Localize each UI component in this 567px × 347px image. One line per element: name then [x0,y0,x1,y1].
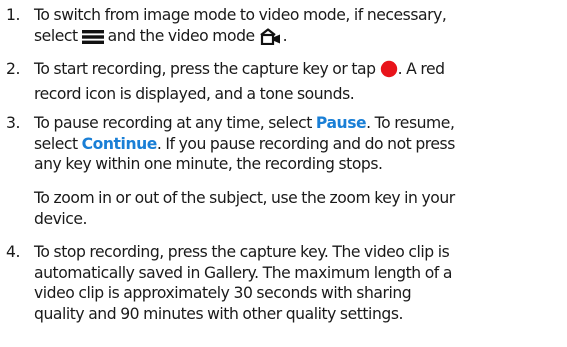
menu-icon [81,29,104,51]
step-4-line-2: automatically saved in Gallery. The maxi… [34,263,452,282]
step-1-mid-text: and the video mode [103,26,259,45]
step-2-line-1-end: . A red [397,60,445,78]
step-number: 4. [6,243,20,261]
step-number: 3. [6,114,20,132]
step-1-line-1: To switch from image mode to video mode,… [34,6,447,24]
step-3-line-2-pre: select [34,134,82,153]
step-text: To switch from image mode to video mode,… [34,5,562,50]
continue-softkey-label: Continue [81,134,158,153]
step-number: 2. [6,60,20,78]
video-camera-icon [259,27,283,51]
zoom-note-line-2: device. [34,209,88,228]
zoom-note-line-1: To zoom in or out of the subject, use th… [34,189,455,207]
step-2-line-1: To start recording, press the capture ke… [34,60,380,78]
step-4-line-1: To stop recording, press the capture key… [34,243,450,261]
step-3: 3. To pause recording at any time, selec… [6,113,562,175]
zoom-note: To zoom in or out of the subject, use th… [34,188,564,229]
step-1-end: . [282,26,288,45]
step-text: To stop recording, press the capture key… [34,242,562,324]
record-icon [380,60,398,84]
step-number: 1. [6,6,20,24]
step-3-line-1-pre: To pause recording at any time, select [34,114,316,132]
step-4-line-4: quality and 90 minutes with other qualit… [34,304,404,323]
step-3-line-1-post: . To resume, [366,114,455,132]
step-2-line-2: record icon is displayed, and a tone sou… [34,84,355,103]
step-4: 4. To stop recording, press the capture … [6,242,562,324]
step-3-line-2-post: . If you pause recording and do not pres… [156,134,455,153]
step-1-select-label: select [34,26,82,45]
step-3-line-3: any key within one minute, the recording… [34,155,383,173]
step-1: 1. To switch from image mode to video mo… [6,5,562,50]
step-4-line-3: video clip is approximately 30 seconds w… [34,284,412,302]
step-2: 2. To start recording, press the capture… [6,59,562,104]
step-text: To start recording, press the capture ke… [34,59,562,104]
instructions-document: 1. To switch from image mode to video mo… [0,0,567,347]
pause-softkey-label: Pause [315,114,367,132]
step-text: To pause recording at any time, select P… [34,113,562,175]
